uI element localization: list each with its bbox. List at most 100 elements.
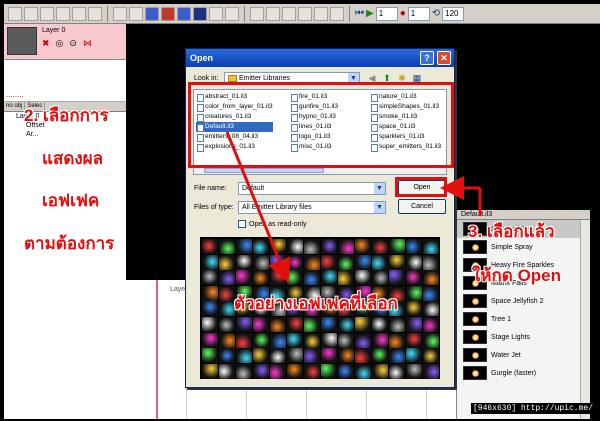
- tool-button[interactable]: [40, 6, 54, 21]
- tree-row[interactable]: Ar...: [4, 130, 126, 139]
- file-name-label: File name:: [194, 185, 227, 192]
- speed-input[interactable]: 120: [442, 6, 465, 21]
- tool-button[interactable]: [113, 6, 127, 21]
- file-type-select[interactable]: All Emitter Library files ▼: [238, 201, 386, 214]
- tool-button[interactable]: [298, 6, 312, 21]
- tool-button[interactable]: [129, 6, 143, 21]
- library-item[interactable]: Water Jet: [457, 346, 590, 364]
- effect-thumbnail: [304, 270, 320, 286]
- toolbar-separator: [107, 5, 108, 22]
- effect-thumbnail: [406, 270, 422, 286]
- effect-thumbnail: [304, 239, 320, 254]
- tool-button[interactable]: [145, 6, 159, 21]
- library-item[interactable]: Gurgle (faster): [457, 364, 590, 382]
- tool-button[interactable]: [56, 6, 70, 21]
- left-properties-panel: ........: [4, 60, 126, 102]
- effect-thumbnail: [338, 332, 354, 348]
- read-only-option[interactable]: Open as read-only: [238, 220, 307, 228]
- effect-thumbnail: [372, 348, 388, 364]
- effect-thumbnail: [355, 270, 371, 286]
- effect-thumbnail: [355, 317, 371, 332]
- effect-thumbnail: [372, 239, 388, 254]
- circle-icon[interactable]: ⊙: [69, 38, 77, 49]
- tool-button[interactable]: [282, 6, 296, 21]
- effect-thumbnail: [355, 363, 371, 379]
- effect-thumbnail: [202, 285, 218, 301]
- chevron-down-icon[interactable]: ▼: [374, 202, 385, 213]
- effect-thumbnail: [219, 285, 235, 301]
- tool-button[interactable]: [330, 6, 344, 21]
- rewind-icon[interactable]: ⏮: [355, 7, 364, 21]
- tool-button[interactable]: [225, 6, 239, 21]
- tool-button[interactable]: [24, 6, 38, 21]
- effect-thumbnail: [372, 332, 388, 348]
- look-in-label: Look in:: [194, 75, 219, 82]
- read-only-checkbox[interactable]: [238, 220, 246, 228]
- tool-button[interactable]: [266, 6, 280, 21]
- step3-text-line2: ให้กด Open: [472, 266, 562, 285]
- folder-icon: [228, 75, 237, 82]
- tool-button[interactable]: [314, 6, 328, 21]
- tool-button[interactable]: [161, 6, 175, 21]
- layer-panel: Layer 0 ✖ ◎ ⊙ ⋈: [4, 24, 126, 60]
- cancel-button[interactable]: Cancel: [398, 199, 446, 214]
- effect-thumbnail: [270, 348, 286, 364]
- library-item[interactable]: Space Jellyfish 2: [457, 292, 590, 310]
- effect-thumbnail: [287, 332, 303, 348]
- tool-button[interactable]: [88, 6, 102, 21]
- tool-button[interactable]: [250, 6, 264, 21]
- layer-name: Layer 0: [42, 27, 66, 34]
- cross-icon[interactable]: ✖: [42, 38, 50, 49]
- effect-thumbnail: [423, 301, 439, 317]
- effect-thumbnail: [389, 254, 405, 270]
- effect-thumbnail: [287, 270, 303, 286]
- library-thumbnail: [463, 330, 487, 344]
- effect-thumbnail: [219, 317, 235, 332]
- play-icon[interactable]: ▶: [366, 7, 374, 21]
- effect-thumbnail: [338, 239, 354, 254]
- effect-thumbnail: [389, 239, 405, 254]
- tree-tab[interactable]: no obj: [4, 102, 26, 111]
- effect-thumbnail: [338, 317, 354, 332]
- step2-text-line4: ตามต้องการ: [24, 234, 115, 253]
- library-item[interactable]: Tree 1: [457, 310, 590, 328]
- file-name-field[interactable]: Default ▼: [238, 182, 386, 195]
- effect-thumbnail: [236, 348, 252, 364]
- record-input[interactable]: 1: [407, 6, 430, 21]
- loop-icon[interactable]: ⟲: [432, 7, 440, 21]
- effect-thumbnail: [219, 270, 235, 286]
- step2-text-line1: 2. เลือกการ: [24, 106, 109, 125]
- example-effect-caption: ตัวอย่างเอฟเฟคที่เลือก: [234, 294, 398, 313]
- target-icon[interactable]: ◎: [56, 38, 64, 49]
- timeline-cursor[interactable]: [156, 280, 158, 419]
- close-icon[interactable]: ✕: [437, 51, 451, 65]
- step2-text-line3: เอฟเฟค: [42, 191, 100, 210]
- library-scrollbar[interactable]: [580, 220, 590, 419]
- effect-thumbnail: [287, 239, 303, 254]
- chevron-down-icon[interactable]: ▼: [374, 183, 385, 194]
- effect-thumbnail: [355, 348, 371, 364]
- effect-thumbnail: [270, 363, 286, 379]
- read-only-label: Open as read-only: [249, 220, 307, 228]
- dialog-titlebar[interactable]: Open ? ✕: [186, 49, 454, 67]
- tool-button[interactable]: [209, 6, 223, 21]
- effect-thumbnail: [423, 254, 439, 270]
- effect-thumbnail: [406, 363, 422, 379]
- tool-button[interactable]: [177, 6, 191, 21]
- effect-thumbnail: [321, 270, 337, 286]
- record-icon[interactable]: ●: [400, 7, 406, 21]
- library-item[interactable]: Stage Lights: [457, 328, 590, 346]
- help-icon[interactable]: ?: [420, 51, 434, 65]
- link-icon[interactable]: ⋈: [83, 38, 92, 49]
- scrollbar-thumb[interactable]: [204, 168, 324, 173]
- effect-thumbnail: [219, 239, 235, 254]
- effect-thumbnail: [219, 301, 235, 317]
- tool-button[interactable]: [8, 6, 22, 21]
- layer-thumbnail[interactable]: [7, 27, 37, 55]
- frame-input[interactable]: 1: [375, 6, 398, 21]
- tool-button[interactable]: [72, 6, 86, 21]
- effect-thumbnail: [355, 239, 371, 254]
- tool-button[interactable]: [193, 6, 207, 21]
- effect-thumbnail: [236, 332, 252, 348]
- effect-thumbnail: [253, 317, 269, 332]
